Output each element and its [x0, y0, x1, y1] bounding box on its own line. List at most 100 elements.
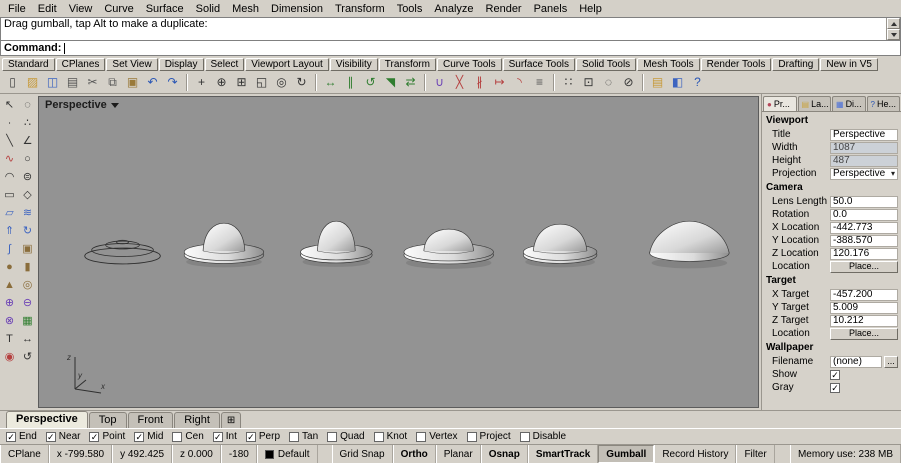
mirror-icon[interactable]: ⇄: [401, 73, 420, 92]
target-y-target-value[interactable]: 5.009: [830, 301, 898, 314]
menu-item-transform[interactable]: Transform: [329, 2, 391, 16]
viewport-title[interactable]: Perspective: [45, 99, 119, 111]
model-object-dome-3[interactable]: [403, 228, 494, 269]
torus-icon[interactable]: ◎: [19, 276, 36, 293]
array-icon[interactable]: ∷: [559, 73, 578, 92]
toggle-record-history[interactable]: Record History: [654, 445, 737, 463]
open-file-icon[interactable]: ▨: [23, 73, 42, 92]
polyline-icon[interactable]: ∠: [19, 132, 36, 149]
command-history[interactable]: Drag gumball, tap Alt to make a duplicat…: [0, 17, 901, 41]
panel-tab-di[interactable]: ▦ Di...: [832, 96, 866, 111]
osnap-int-checkbox[interactable]: ✓: [212, 431, 223, 442]
cone-icon[interactable]: ▲: [1, 276, 18, 293]
camera-rotation-value[interactable]: 0.0: [830, 208, 898, 221]
viewport-title-value[interactable]: Perspective: [830, 128, 898, 141]
osnap-project-checkbox[interactable]: [466, 431, 477, 442]
lock-icon[interactable]: ⊘: [619, 73, 638, 92]
curve-icon[interactable]: ∿: [1, 150, 18, 167]
cylinder-icon[interactable]: ▮: [19, 258, 36, 275]
offset-icon[interactable]: ≡: [530, 73, 549, 92]
redo-icon[interactable]: ↷: [163, 73, 182, 92]
scroll-up-button[interactable]: [887, 18, 900, 29]
toolbar-tab-mesh-tools[interactable]: Mesh Tools: [637, 58, 700, 71]
rotate-icon[interactable]: ↺: [361, 73, 380, 92]
gumball-icon[interactable]: ◉: [1, 348, 18, 365]
text-icon[interactable]: T: [1, 330, 18, 347]
osnap-item-project[interactable]: Project: [466, 431, 511, 442]
scroll-down-button[interactable]: [887, 29, 900, 40]
trim-icon[interactable]: ╳: [450, 73, 469, 92]
camera-z-location-value[interactable]: 120.176: [830, 247, 898, 260]
select-icon[interactable]: ↖: [1, 96, 18, 113]
toolbar-tab-transform[interactable]: Transform: [378, 58, 436, 71]
scale-icon[interactable]: ◥: [381, 73, 400, 92]
rotate-view-icon[interactable]: ↻: [292, 73, 311, 92]
osnap-cen-checkbox[interactable]: [172, 431, 183, 442]
hide-icon[interactable]: ◌: [599, 73, 618, 92]
new-file-icon[interactable]: ▯: [3, 73, 22, 92]
toggle-gumball[interactable]: Gumball: [598, 445, 655, 463]
browse-button[interactable]: ...: [884, 355, 898, 368]
camera-x-location-value[interactable]: -442.773: [830, 221, 898, 234]
viewport-tab-right[interactable]: Right: [174, 412, 220, 428]
cut-icon[interactable]: ✂: [83, 73, 102, 92]
toolbar-tab-display[interactable]: Display: [158, 58, 204, 71]
paste-icon[interactable]: ▣: [123, 73, 142, 92]
arc-icon[interactable]: ◠: [1, 168, 18, 185]
osnap-item-vertex[interactable]: Vertex: [416, 431, 458, 442]
loft-icon[interactable]: ≋: [19, 204, 36, 221]
mesh-icon[interactable]: ▦: [19, 312, 36, 329]
menu-item-tools[interactable]: Tools: [391, 2, 429, 16]
osnap-near-checkbox[interactable]: ✓: [45, 431, 56, 442]
viewport-canvas[interactable]: [39, 97, 758, 407]
zoom-dynamic-icon[interactable]: ⊕: [212, 73, 231, 92]
menu-item-solid[interactable]: Solid: [190, 2, 226, 16]
osnap-item-mid[interactable]: ✓ Mid: [134, 431, 163, 442]
menu-item-edit[interactable]: Edit: [32, 2, 63, 16]
osnap-vertex-checkbox[interactable]: [416, 431, 427, 442]
panel-tab-he[interactable]: ? He...: [866, 96, 900, 111]
viewport-tab-front[interactable]: Front: [127, 412, 174, 428]
circle-icon[interactable]: ○: [19, 150, 36, 167]
undo-icon[interactable]: ↶: [143, 73, 162, 92]
menu-item-file[interactable]: File: [2, 2, 32, 16]
sphere-icon[interactable]: ●: [1, 258, 18, 275]
toggle-osnap[interactable]: Osnap: [480, 445, 528, 463]
zoom-window-icon[interactable]: ⊞: [232, 73, 251, 92]
menu-item-mesh[interactable]: Mesh: [226, 2, 265, 16]
split-icon[interactable]: ∦: [470, 73, 489, 92]
menu-item-panels[interactable]: Panels: [528, 2, 574, 16]
osnap-item-tan[interactable]: Tan: [289, 431, 318, 442]
toggle-filter[interactable]: Filter: [736, 445, 775, 463]
osnap-tan-checkbox[interactable]: [289, 431, 300, 442]
panel-tab-pr[interactable]: ● Pr...: [763, 96, 797, 111]
target-x-target-value[interactable]: -457.200: [830, 288, 898, 301]
osnap-item-knot[interactable]: Knot: [373, 431, 407, 442]
boolean-union-icon[interactable]: ⊕: [1, 294, 18, 311]
toggle-smarttrack[interactable]: SmartTrack: [527, 445, 599, 463]
viewport-tab-top[interactable]: Top: [88, 412, 127, 428]
help-icon[interactable]: ?: [688, 73, 707, 92]
layers-icon[interactable]: ▤: [648, 73, 667, 92]
viewport-menu-arrow-icon[interactable]: [110, 102, 119, 108]
toolbar-tab-visibility[interactable]: Visibility: [329, 58, 378, 71]
toolbar-tab-select[interactable]: Select: [204, 58, 245, 71]
cplane-button[interactable]: CPlane: [0, 445, 49, 463]
toolbar-tab-solid-tools[interactable]: Solid Tools: [576, 58, 637, 71]
osnap-item-perp[interactable]: ✓ Perp: [245, 431, 280, 442]
osnap-item-end[interactable]: ✓ End: [6, 431, 37, 442]
line-icon[interactable]: ╲: [1, 132, 18, 149]
menu-item-view[interactable]: View: [63, 2, 99, 16]
osnap-item-disable[interactable]: Disable: [519, 431, 566, 442]
dimension-icon[interactable]: ↔: [19, 330, 36, 347]
osnap-knot-checkbox[interactable]: [373, 431, 384, 442]
toggle-ortho[interactable]: Ortho: [392, 445, 436, 463]
toolbar-tab-cplanes[interactable]: CPlanes: [55, 58, 106, 71]
toggle-planar[interactable]: Planar: [435, 445, 481, 463]
extend-icon[interactable]: ↦: [490, 73, 509, 92]
rotate-tool-icon[interactable]: ↺: [19, 348, 36, 365]
surface-icon[interactable]: ▱: [1, 204, 18, 221]
point-cloud-icon[interactable]: ∴: [19, 114, 36, 131]
camera-lens-length-value[interactable]: 50.0: [830, 195, 898, 208]
extrude-icon[interactable]: ⇑: [1, 222, 18, 239]
